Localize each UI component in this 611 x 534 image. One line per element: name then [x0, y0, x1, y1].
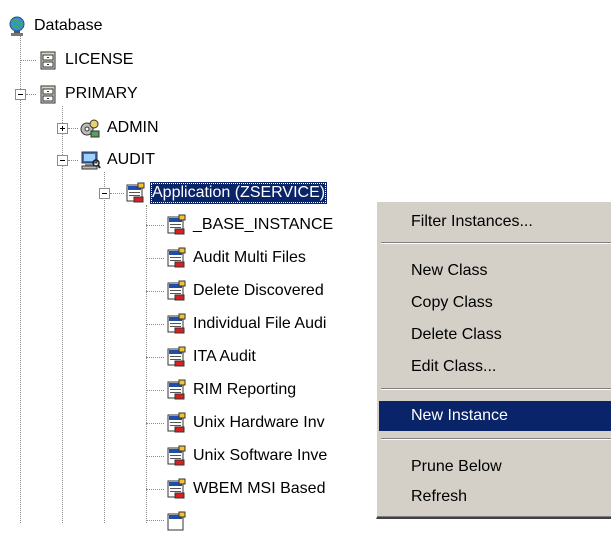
context-menu: Filter Instances... New Class Copy Class…	[376, 201, 611, 519]
tree-line	[20, 60, 36, 61]
tree-item-instance[interactable]: ITA Audit	[165, 345, 258, 369]
tree-line	[146, 324, 164, 325]
tree-item-label: PRIMARY	[65, 85, 138, 102]
cabinet-icon	[40, 85, 56, 104]
admin-gears-icon	[80, 119, 100, 138]
menu-item-new-instance[interactable]: New Instance	[379, 401, 611, 431]
database-globe-icon	[9, 16, 25, 36]
tree-line	[26, 94, 36, 95]
menu-item-new-class[interactable]: New Class	[379, 256, 611, 286]
tree-item-label: _BASE_INSTANCE	[193, 216, 334, 233]
tree-line	[20, 34, 21, 523]
tree-item-label: ADMIN	[107, 119, 159, 136]
tree-line	[146, 205, 147, 523]
tree-item-label: Unix Hardware Inv	[193, 414, 325, 431]
instance-icon	[167, 214, 186, 235]
tree-item-instance[interactable]: _BASE_INSTANCE	[165, 213, 335, 237]
menu-separator	[381, 242, 611, 244]
tree-item-audit[interactable]: AUDIT	[79, 148, 157, 172]
tree-item-instance[interactable]: Individual File Audi	[165, 312, 328, 336]
instance-icon	[167, 280, 186, 301]
tree-line	[146, 456, 164, 457]
menu-item-edit-class[interactable]: Edit Class...	[379, 352, 611, 382]
tree-item-label: RIM Reporting	[193, 381, 297, 398]
instance-icon	[167, 445, 186, 466]
tree-item-database[interactable]: Database	[6, 14, 105, 38]
tree-line	[68, 160, 78, 161]
menu-item-delete-class[interactable]: Delete Class	[379, 320, 611, 350]
tree-line	[104, 172, 105, 523]
tree-item-instance[interactable]: Delete Discovered	[165, 279, 326, 303]
tree-line	[146, 225, 164, 226]
tree-item-label: AUDIT	[107, 151, 155, 168]
tree-item-label: Delete Discovered	[193, 282, 324, 299]
collapse-primary-button[interactable]	[15, 89, 26, 100]
menu-separator	[381, 388, 611, 390]
tree-line	[68, 128, 78, 129]
tree-item-instance[interactable]: Unix Hardware Inv	[165, 411, 327, 435]
tree-item-instance[interactable]: RIM Reporting	[165, 378, 298, 402]
tree-item-label: LICENSE	[65, 51, 134, 68]
tree-item-application[interactable]: Application (ZSERVICE)	[124, 181, 328, 205]
instance-icon	[167, 511, 186, 531]
tree-line	[146, 489, 164, 490]
tree-item-admin[interactable]: ADMIN	[79, 116, 161, 140]
cabinet-icon	[40, 51, 56, 70]
tree-line	[146, 258, 164, 259]
instance-icon	[167, 412, 186, 433]
tree-item-label: ITA Audit	[193, 348, 256, 365]
tree-item-label: Application (ZSERVICE)	[150, 182, 328, 204]
tree-line	[146, 520, 164, 521]
audit-computer-icon	[81, 151, 101, 170]
tree-item-label: Unix Software Inve	[193, 447, 328, 464]
tree-item-label: Database	[34, 17, 103, 34]
menu-item-filter-instances[interactable]: Filter Instances...	[379, 207, 611, 237]
menu-item-copy-class[interactable]: Copy Class	[379, 288, 611, 318]
tree-item-instance[interactable]	[165, 510, 191, 534]
instance-icon	[167, 313, 186, 334]
class-icon	[126, 182, 145, 203]
menu-separator	[381, 438, 611, 440]
instance-icon	[167, 346, 186, 367]
tree-item-instance[interactable]: Audit Multi Files	[165, 246, 308, 270]
tree-item-label: WBEM MSI Based	[193, 480, 326, 497]
collapse-application-button[interactable]	[99, 188, 110, 199]
collapse-audit-button[interactable]	[57, 155, 68, 166]
instance-icon	[167, 379, 186, 400]
instance-icon	[167, 478, 186, 499]
tree-item-label: Audit Multi Files	[193, 249, 306, 266]
instance-icon	[167, 247, 186, 268]
expand-admin-button[interactable]	[57, 123, 68, 134]
tree-item-primary[interactable]: PRIMARY	[37, 82, 140, 106]
tree-item-instance[interactable]: Unix Software Inve	[165, 444, 329, 468]
tree-line	[62, 106, 63, 523]
menu-item-refresh[interactable]: Refresh	[379, 482, 611, 512]
menu-item-prune-below[interactable]: Prune Below	[379, 452, 611, 482]
tree-line	[146, 390, 164, 391]
tree-item-license[interactable]: LICENSE	[37, 48, 135, 72]
tree-item-label: Individual File Audi	[193, 315, 327, 332]
tree-item-instance[interactable]: WBEM MSI Based	[165, 477, 327, 501]
tree-line	[146, 357, 164, 358]
tree-line	[110, 193, 124, 194]
tree-line	[146, 291, 164, 292]
tree-line	[146, 423, 164, 424]
